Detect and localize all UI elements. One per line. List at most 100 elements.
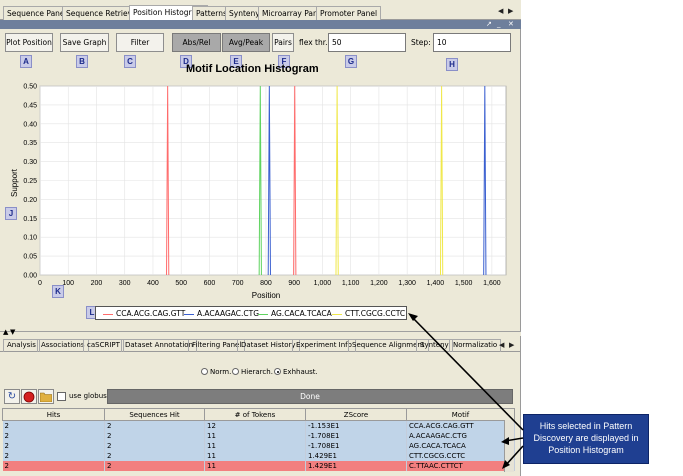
y-tick-label: 0.25 [23,178,37,185]
legend-label: A.ACAAGAC.CTG [197,309,260,318]
x-tick-label: 1,100 [342,280,360,287]
y-tick-label: 0.40 [23,121,37,128]
plot-position-button[interactable]: Plot Position [5,33,53,52]
cell-sequences-hit: 2 [104,440,205,451]
x-tick-label: 0 [38,280,42,287]
panel-header-bar [0,20,521,29]
cell-zscore: -1.708E1 [305,430,407,441]
x-tick-labels: 0 100 200 300 400 500 600 700 800 900 1,000 1,100 1,… [38,280,501,287]
scroll-left-icon[interactable]: ◀ [499,341,504,349]
table-row[interactable]: 2 2 11 -1.708E1 A.ACAAGAC.CTG [2,430,515,441]
column-header-tokens[interactable]: # of Tokens [204,408,306,421]
column-header-hits[interactable]: Hits [2,408,105,421]
column-header-zscore[interactable]: ZScore [305,408,407,421]
histogram-chart: 0.00 0.05 0.10 0.15 0.20 0.25 0.30 0.35 0.40 0.45… [10,84,507,300]
callout-key-b: B [76,55,88,68]
use-globus-label: use globus [69,392,107,400]
flex-threshold-input[interactable]: 50 [328,33,406,52]
cell-sequences-hit: 2 [104,460,205,471]
radio-circle-selected[interactable] [274,368,281,375]
cell-hits: 2 [2,420,105,431]
tab-normalization[interactable]: Normalizatio [449,339,502,352]
table-row[interactable]: 2 2 12 -1.153E1 CCA.ACG.CAG.GTT [2,420,515,431]
collapse-down-icon[interactable]: ▼ [10,328,15,336]
table-row-highlighted[interactable]: 2 2 11 1.429E1 C.TTAAC.CTTCT [2,460,515,471]
column-header-sequences-hit[interactable]: Sequences Hit [104,408,205,421]
flex-threshold-label: flex thr. [299,38,328,47]
radio-label: Norm. [210,368,232,376]
tab-promoter-panel[interactable]: Promoter Panel [316,6,382,20]
scroll-left-icon[interactable]: ◀ [498,7,503,15]
minimize-icon[interactable]: _ [497,20,501,29]
cell-hits: 2 [2,440,105,451]
cell-motif: A.ACAAGAC.CTG [406,430,515,441]
float-panel-icon[interactable]: ↗ [486,20,492,29]
tab-dataset-history[interactable]: Dataset History [237,339,300,352]
radio-hierarch[interactable]: Hierarch. [232,368,273,376]
refresh-icon[interactable]: ↻ [4,389,20,404]
table-scrollbar[interactable] [504,420,514,472]
table-header-row: Hits Sequences Hit # of Tokens ZScore Mo… [2,408,515,421]
splitter-bar[interactable] [0,331,521,336]
y-axis-label: Support [10,168,19,197]
chart-title: Motif Location Histogram [186,63,319,75]
stop-icon[interactable] [21,389,37,404]
pairs-toggle[interactable]: Pairs [272,33,294,52]
tab-dataset-annotation[interactable]: Dataset Annotation [121,339,198,352]
x-tick-label: 1,000 [314,280,332,287]
cell-tokens: 11 [204,440,306,451]
y-tick-label: 0.05 [23,254,37,261]
avg-peak-toggle[interactable]: Avg/Peak [222,33,270,52]
radio-norm[interactable]: Norm. [201,368,231,376]
cell-sequences-hit: 2 [104,450,205,461]
cell-zscore: 1.429E1 [305,450,407,461]
y-tick-label: 0.30 [23,159,37,166]
save-graph-button[interactable]: Save Graph [60,33,109,52]
cell-tokens: 11 [204,430,306,441]
legend-item-2: A.ACAAGAC.CTG [184,309,259,318]
column-header-motif[interactable]: Motif [406,408,515,421]
folder-icon[interactable] [38,389,54,404]
table-row[interactable]: 2 2 11 -1.708E1 AG.CACA.TCACA [2,440,515,451]
legend-label: AG.CACA.TCACA [271,309,332,318]
tab-cascript[interactable]: caSCRIPT [83,339,124,352]
legend-item-4: CTT.CGCG.CCTC [332,309,405,318]
radio-circle[interactable] [232,368,239,375]
radio-circle[interactable] [201,368,208,375]
table-row[interactable]: 2 2 11 1.429E1 CTT.CGCG.CCTC [2,450,515,461]
collapse-up-icon[interactable]: ▲ [3,328,8,336]
x-tick-label: 200 [91,280,103,287]
scroll-right-icon[interactable]: ▶ [508,7,513,15]
step-input[interactable]: 10 [433,33,511,52]
top-tab-strip: Sequence Panel Sequence Retriever Positi… [0,0,521,20]
legend-item-3: AG.CACA.TCACA [258,309,332,318]
legend-label: CCA.ACG.CAG.GTT [116,309,186,318]
tab-experiment-info[interactable]: Experiment Info [292,339,356,352]
tab-synteny-bottom[interactable]: Synteny [416,339,453,352]
legend-swatch [332,313,342,315]
cell-hits: 2 [2,430,105,441]
y-tick-label: 0.35 [23,140,37,147]
tab-associations[interactable]: Associations [37,339,89,352]
application-window: Sequence Panel Sequence Retriever Positi… [0,0,521,476]
legend-item-1: CCA.ACG.CAG.GTT [103,309,185,318]
y-tick-label: 0.15 [23,216,37,223]
abs-rel-toggle[interactable]: Abs/Rel [172,33,221,52]
cell-tokens: 11 [204,450,306,461]
radio-exhaust[interactable]: Exhhaust. [274,368,318,376]
x-tick-label: 1,500 [455,280,473,287]
close-icon[interactable]: ✕ [508,20,514,29]
use-globus-checkbox[interactable] [57,392,66,401]
legend-label: CTT.CGCG.CCTC [345,309,406,318]
step-label: Step: [411,38,431,47]
x-tick-label: 500 [175,280,187,287]
filter-button[interactable]: Filter [116,33,164,52]
cell-motif: C.TTAAC.CTTCT [406,460,515,471]
x-axis-label: Position [252,291,280,300]
scroll-right-icon[interactable]: ▶ [509,341,514,349]
legend-swatch [184,313,194,315]
tab-analysis[interactable]: Analysis [3,339,40,352]
cell-motif: AG.CACA.TCACA [406,440,515,451]
y-tick-label: 0.45 [23,102,37,109]
tab-sequence-panel[interactable]: Sequence Panel [3,6,71,20]
